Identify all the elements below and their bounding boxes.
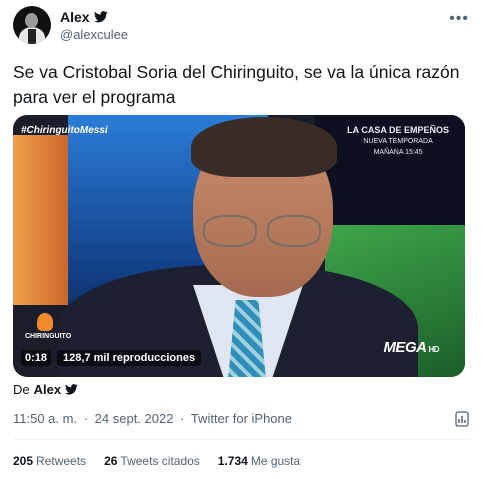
meta-separator: · (180, 411, 185, 426)
tweet-text: Se va Cristobal Soria del Chiringuito, s… (13, 62, 460, 107)
tweet-stats: 205 Retweets 26 Tweets citados 1.734 Me gus… (13, 454, 300, 468)
quotes-stat[interactable]: 26 Tweets citados (104, 454, 200, 468)
quotes-label: Tweets citados (120, 454, 200, 468)
likes-count: 1.734 (217, 454, 248, 468)
avatar-face (25, 13, 38, 28)
author-name-row: Alex (60, 9, 108, 25)
video-background-orange (13, 135, 73, 305)
video-person-hair (191, 117, 337, 177)
divider (13, 439, 470, 440)
likes-stat[interactable]: 1.734 Me gusta (218, 454, 300, 468)
meta-separator: · (83, 411, 89, 426)
likes-label: Me gusta (250, 454, 301, 468)
channel-hd-text: HD (428, 345, 439, 354)
channel-logo: MEGA HD (383, 339, 439, 356)
tweet-source[interactable]: Twitter for iPhone (191, 411, 292, 426)
tweet-time[interactable]: 11:50 a. m. (13, 411, 77, 426)
show-logo-text: CHIRINGUITO (25, 333, 72, 340)
video-hashtag: #ChiringuitoMessi (21, 125, 108, 136)
glasses-lens-left (203, 215, 257, 247)
analytics-icon[interactable] (455, 411, 469, 427)
retweets-label: Retweets (36, 454, 87, 468)
video-promo: LA CASA DE EMPEÑOS NUEVA TEMPORADA MAÑAN… (347, 125, 449, 158)
channel-logo-text: MEGA (383, 339, 427, 356)
attribution-name[interactable]: Alex (34, 382, 61, 397)
video-duration: 0:18 (21, 350, 52, 366)
author-display-name[interactable]: Alex (60, 9, 90, 25)
retweets-count: 205 (13, 454, 34, 468)
promo-line-3: MAÑANA 15:45 (373, 149, 423, 156)
twitter-bird-icon (93, 11, 108, 23)
retweets-stat[interactable]: 205 Retweets (13, 454, 86, 468)
show-logo: CHIRINGUITO (25, 313, 71, 343)
glasses-lens-right (267, 215, 321, 247)
attribution-prefix: De (13, 382, 30, 397)
avatar[interactable] (13, 6, 51, 44)
video-player[interactable]: #ChiringuitoMessi LA CASA DE EMPEÑOS NUE… (13, 115, 465, 377)
video-person-glasses (203, 215, 323, 247)
video-views: 128,7 mil reproducciones (57, 350, 202, 366)
twitter-bird-icon (65, 384, 78, 395)
tweet-date[interactable]: 24 sept. 2022 (95, 411, 174, 426)
author-handle[interactable]: @alexculee (60, 27, 128, 42)
video-attribution: De Alex (13, 382, 78, 397)
promo-line-2: NUEVA TEMPORADA (363, 138, 433, 145)
tweet-meta: 11:50 a. m. · 24 sept. 2022 · Twitter fo… (13, 411, 292, 426)
more-options-icon[interactable]: ••• (449, 10, 469, 28)
promo-line-1: LA CASA DE EMPEÑOS (347, 125, 449, 135)
flame-icon (37, 313, 53, 331)
quotes-count: 26 (104, 454, 118, 468)
video-overlay-stats: 0:18 128,7 mil reproducciones (21, 348, 202, 368)
avatar-coat (28, 29, 36, 44)
